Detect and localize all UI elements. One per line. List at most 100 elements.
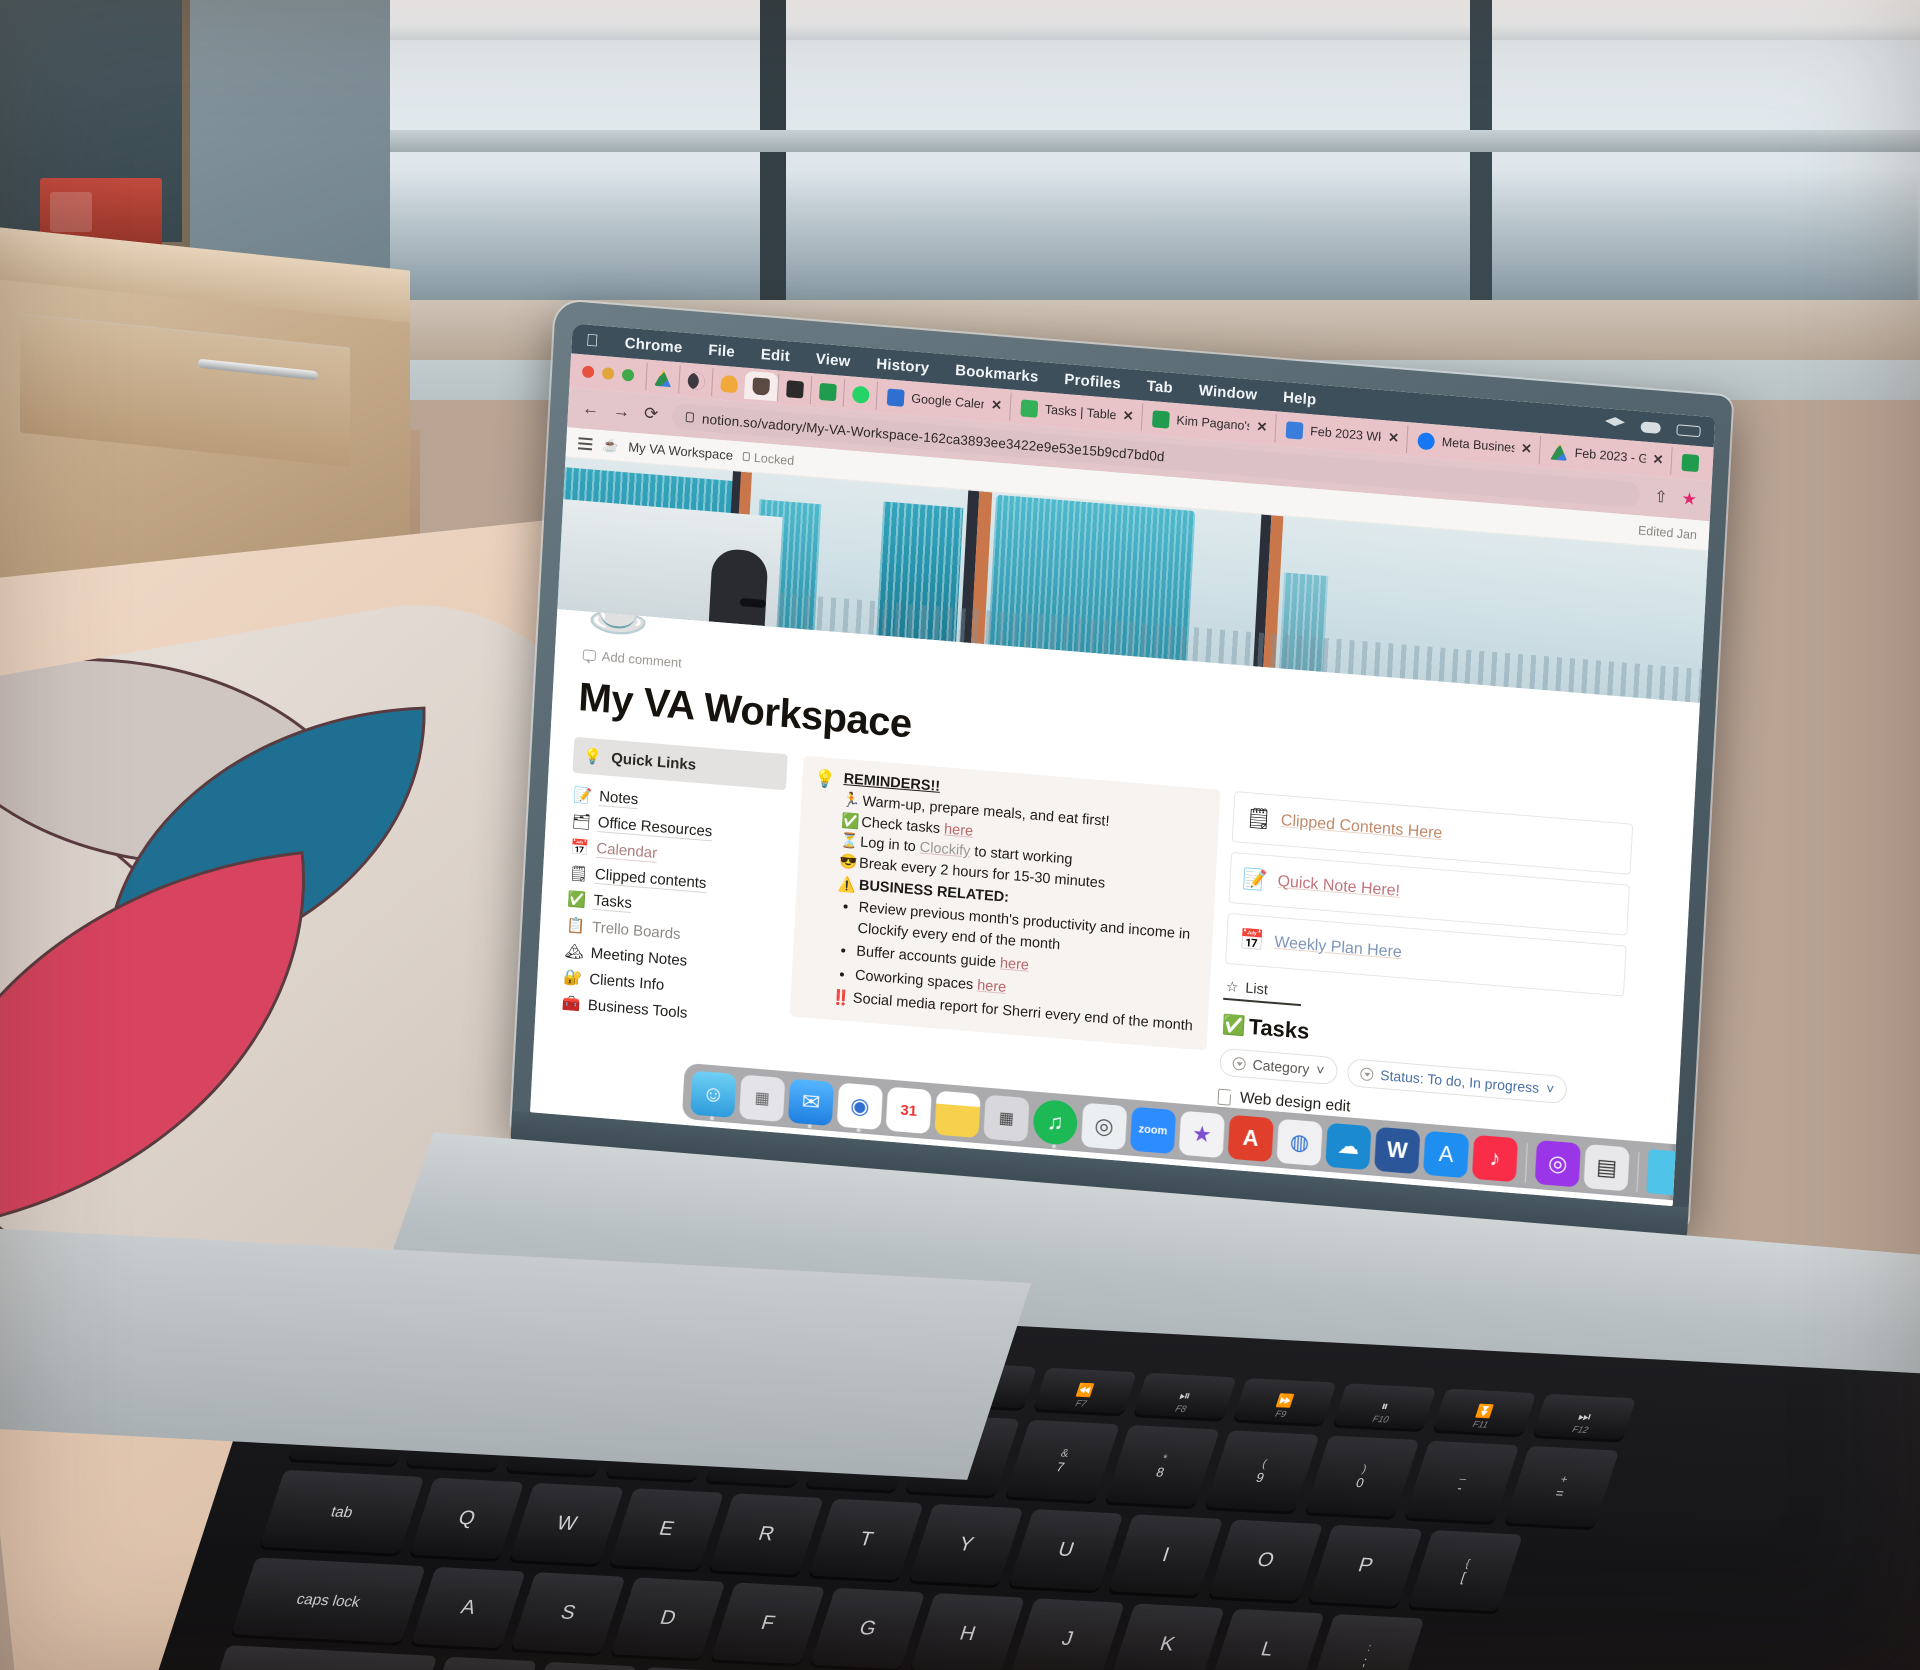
key-bracket-left[interactable]: {[ [1408,1530,1523,1612]
dock-item-spotify[interactable]: ♫ [1032,1098,1079,1149]
key-q[interactable]: Q [409,1477,525,1560]
tab-overflow[interactable] [1670,446,1708,478]
sidebar-toggle-icon[interactable] [577,436,593,450]
key-u[interactable]: U [1008,1509,1124,1591]
pinned-tab-bulb[interactable] [711,368,746,399]
quick-links-header[interactable]: 💡 Quick Links [572,736,788,791]
add-comment-button[interactable]: Add comment [582,647,682,670]
key-j[interactable]: J [1010,1598,1125,1670]
key-y[interactable]: Y [908,1503,1024,1586]
maximize-window-button[interactable] [621,368,635,382]
menu-history[interactable]: History [876,355,930,376]
key-g[interactable]: G [810,1587,926,1670]
dock-item-folder-2[interactable] [1695,1153,1716,1201]
key-i[interactable]: I [1108,1514,1224,1596]
pinned-tab-evernote[interactable] [809,376,845,407]
pinned-tab-drive[interactable] [645,362,680,394]
window-controls[interactable] [576,365,646,383]
key-e[interactable]: E [609,1488,724,1570]
pinned-tab-whatsapp[interactable] [842,378,878,410]
dock-item-grammarly[interactable]: ◎ [1080,1102,1128,1151]
dock-item-microsoft-word[interactable]: W [1374,1126,1421,1175]
close-tab-icon[interactable]: ✕ [1256,419,1268,436]
status-filter[interactable]: Status: To do, In progress ˅ [1346,1058,1568,1105]
key-t[interactable]: T [808,1498,924,1581]
coworking-spaces-link[interactable]: here [977,978,1007,996]
key-f10[interactable]: ⏸ F10 [1333,1383,1437,1430]
dock-item-finder[interactable]: ☺ [690,1070,737,1121]
key-semicolon[interactable]: :; [1309,1613,1425,1670]
cloud-icon[interactable] [1640,420,1661,434]
key-p[interactable]: P [1308,1524,1424,1607]
menu-edit[interactable]: Edit [760,345,790,364]
dock-item-calendar[interactable]: 31 [885,1086,932,1135]
menu-view[interactable]: View [815,350,851,370]
dock-item-podcasts[interactable]: ◎ [1534,1139,1581,1188]
menu-bookmarks[interactable]: Bookmarks [955,361,1039,385]
key-f12[interactable]: ⏭ F12 [1532,1393,1637,1440]
menu-chrome[interactable]: Chrome [624,334,683,356]
page-title[interactable]: My VA Workspace [577,675,912,747]
key-s[interactable]: S [510,1572,626,1654]
dock-item-photo-booth[interactable]: ★ [1178,1110,1225,1159]
reload-button[interactable]: ⟳ [643,404,659,425]
key-minus[interactable]: _ - [1404,1440,1520,1523]
dock-item-adobe-acrobat[interactable]: A [1227,1114,1274,1163]
pinned-tab-keep[interactable] [776,373,812,405]
dock-item-onedrive[interactable]: ☁ [1325,1122,1372,1171]
key-h[interactable]: H [910,1593,1026,1670]
dock-item-preview[interactable]: ◍ [1276,1118,1323,1167]
close-tab-icon[interactable]: ✕ [1122,408,1134,425]
share-icon[interactable]: ⇧ [1654,487,1668,508]
battery-icon[interactable] [1676,423,1701,437]
key-f7[interactable]: ⏪ F7 [1033,1367,1137,1414]
apple-logo-icon[interactable]:  [585,330,599,350]
key-8[interactable]: * 8 [1104,1424,1220,1507]
key-w[interactable]: W [509,1482,625,1565]
close-tab-icon[interactable]: ✕ [1652,451,1664,468]
key-f8[interactable]: ⏯ F8 [1133,1372,1237,1419]
key-f[interactable]: F [710,1582,826,1665]
key-0[interactable]: ) 0 [1304,1435,1420,1517]
check-tasks-link[interactable]: here [944,821,974,839]
key-d[interactable]: D [610,1577,726,1659]
key-r[interactable]: R [709,1493,824,1575]
menu-window[interactable]: Window [1198,381,1257,403]
key-equals[interactable]: + = [1504,1445,1620,1528]
buffer-guide-link[interactable]: here [1000,956,1030,974]
bookmark-star-icon[interactable]: ★ [1681,489,1697,510]
key-caps-lock[interactable]: caps lock [231,1557,426,1644]
key-a[interactable]: A [410,1566,526,1649]
close-tab-icon[interactable]: ✕ [991,397,1003,414]
menu-tab[interactable]: Tab [1146,377,1173,396]
dock-item-google-chrome[interactable]: ◉ [836,1082,883,1133]
dock-item-calculator[interactable]: ▦ [983,1094,1030,1143]
key-7[interactable]: & 7 [1005,1419,1120,1502]
key-tab[interactable]: tab [259,1469,425,1554]
dock-item-app-store[interactable]: A [1422,1130,1470,1179]
key-f9[interactable]: ⏩ F9 [1233,1378,1337,1425]
dock-item-quicktime[interactable]: ▤ [1583,1143,1630,1192]
key-9[interactable]: (9 [1204,1430,1320,1512]
breadcrumb[interactable]: My VA Workspace [628,439,733,463]
back-button[interactable]: ← [582,398,600,419]
locked-badge[interactable]: Locked [742,449,795,467]
dock-item-zoom[interactable]: zoom [1129,1106,1177,1155]
dropbox-icon[interactable] [1604,416,1625,432]
close-tab-icon[interactable]: ✕ [1521,441,1533,458]
dock-item-mail[interactable]: ✉ [787,1078,835,1129]
close-tab-icon[interactable]: ✕ [1388,430,1400,447]
close-window-button[interactable] [581,365,595,379]
tab-list-view[interactable]: ☆ List [1223,973,1303,1007]
dock-item-launchpad[interactable]: ▦ [739,1074,786,1123]
key-o[interactable]: O [1208,1519,1324,1602]
menu-profiles[interactable]: Profiles [1064,370,1121,392]
forward-button[interactable]: → [613,401,631,422]
key-l[interactable]: L [1209,1608,1325,1670]
key-f11[interactable]: ⏬ F11 [1433,1388,1537,1435]
category-filter[interactable]: Category ˅ [1219,1047,1339,1086]
minimize-window-button[interactable] [601,367,615,380]
dock-item-music[interactable]: ♪ [1471,1134,1519,1183]
menu-file[interactable]: File [708,341,735,360]
menu-help[interactable]: Help [1283,388,1317,408]
